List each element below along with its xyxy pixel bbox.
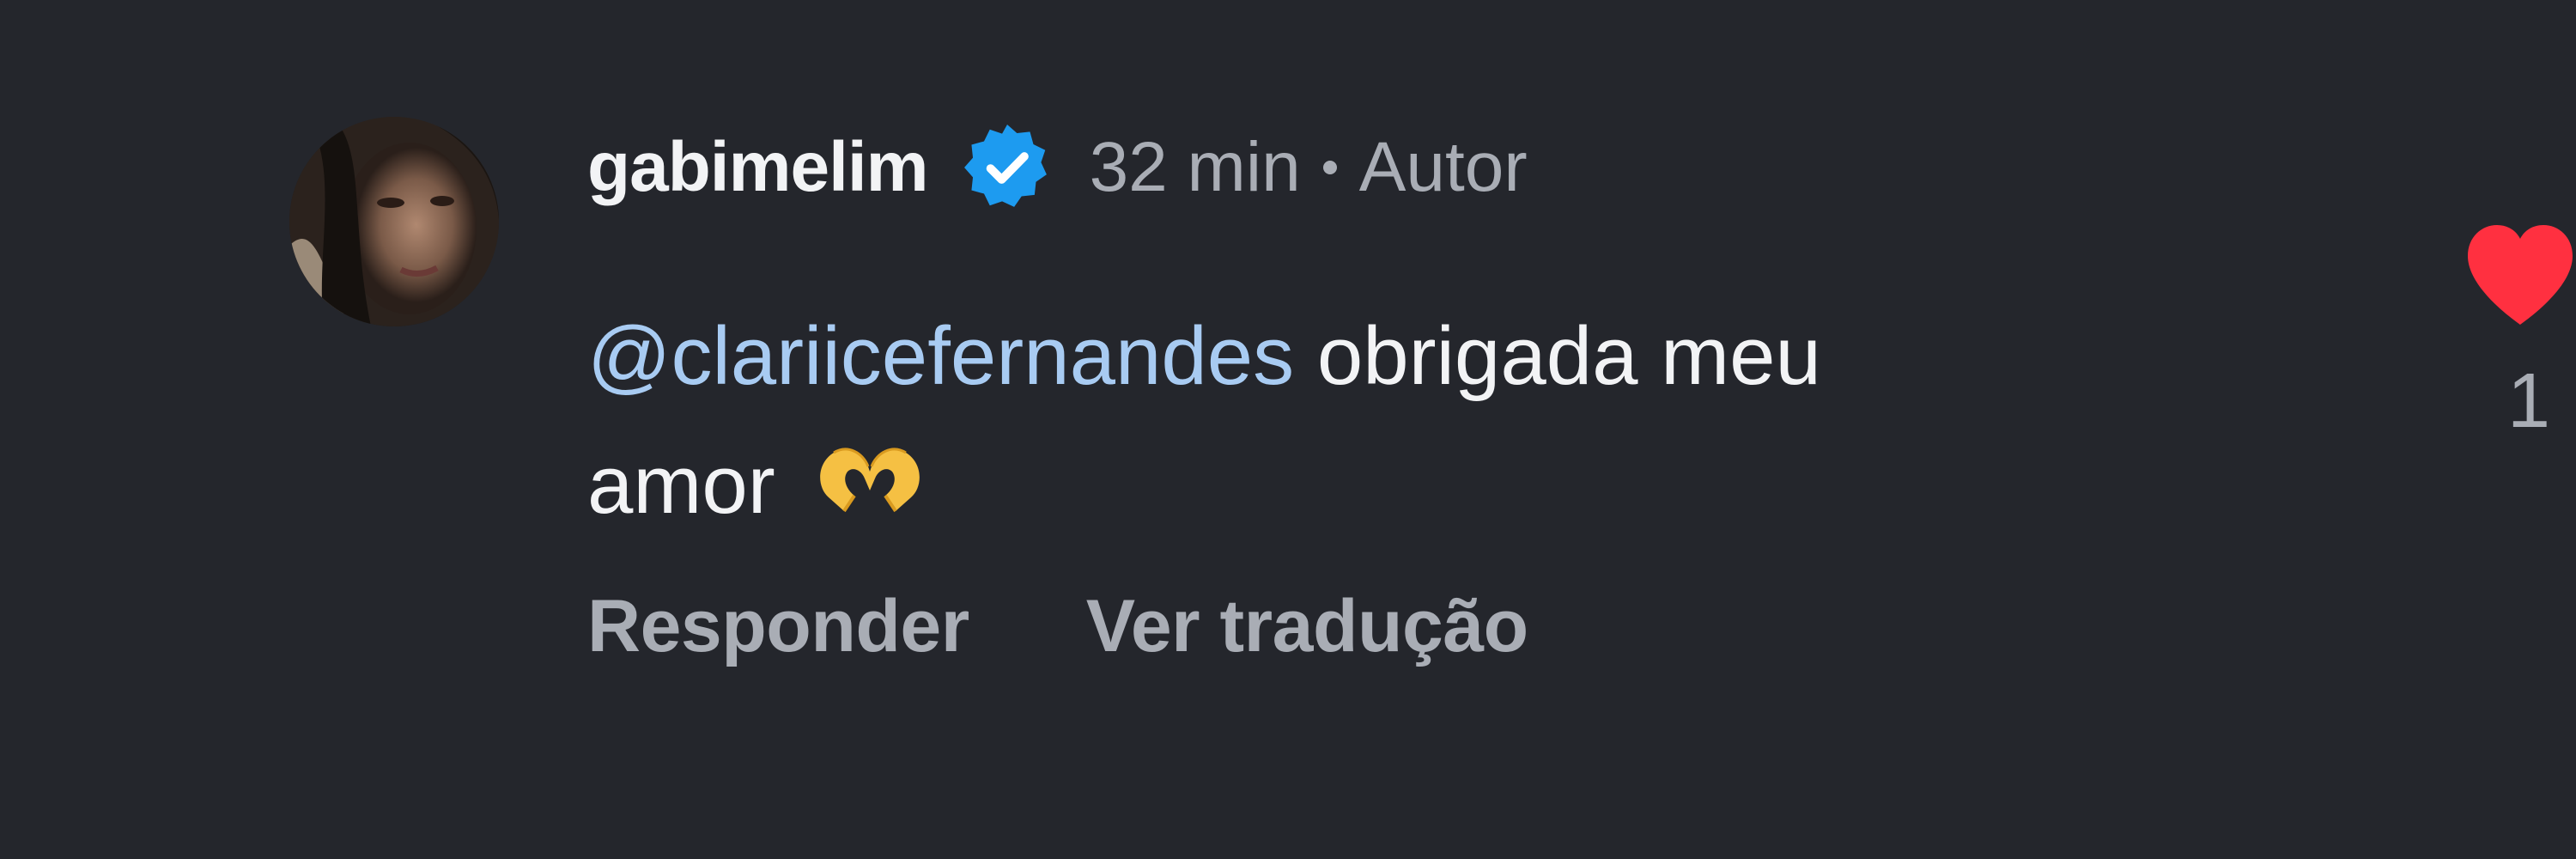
- reply-button[interactable]: Responder: [587, 584, 969, 669]
- like-control[interactable]: 1: [2464, 223, 2576, 446]
- avatar[interactable]: [289, 117, 499, 326]
- comment-text-part1: obrigada meu: [1294, 310, 1821, 402]
- separator-dot: [1322, 161, 1337, 174]
- comment-actions: Responder Ver tradução: [587, 584, 1528, 669]
- see-translation-button[interactable]: Ver tradução: [1086, 584, 1529, 669]
- author-label: Autor: [1358, 128, 1528, 206]
- comment-header: gabimelim 32 min Autor: [587, 120, 1528, 215]
- like-count: 1: [2507, 358, 2551, 444]
- heart-icon[interactable]: [2464, 223, 2576, 328]
- mention-link[interactable]: @clariicefernandes: [587, 310, 1294, 402]
- comment-text: @clariicefernandes obrigada meu amor: [587, 292, 2219, 550]
- comment-text-part2: amor: [587, 439, 799, 531]
- verified-badge-icon: [963, 125, 1047, 207]
- comment-timestamp: 32 min: [1089, 128, 1301, 206]
- username[interactable]: gabimelim: [587, 127, 929, 208]
- heart-hands-emoji-icon: [820, 448, 920, 513]
- comment-item: gabimelim 32 min Autor @clariicefernande…: [0, 0, 2576, 859]
- avatar-image: [289, 117, 499, 326]
